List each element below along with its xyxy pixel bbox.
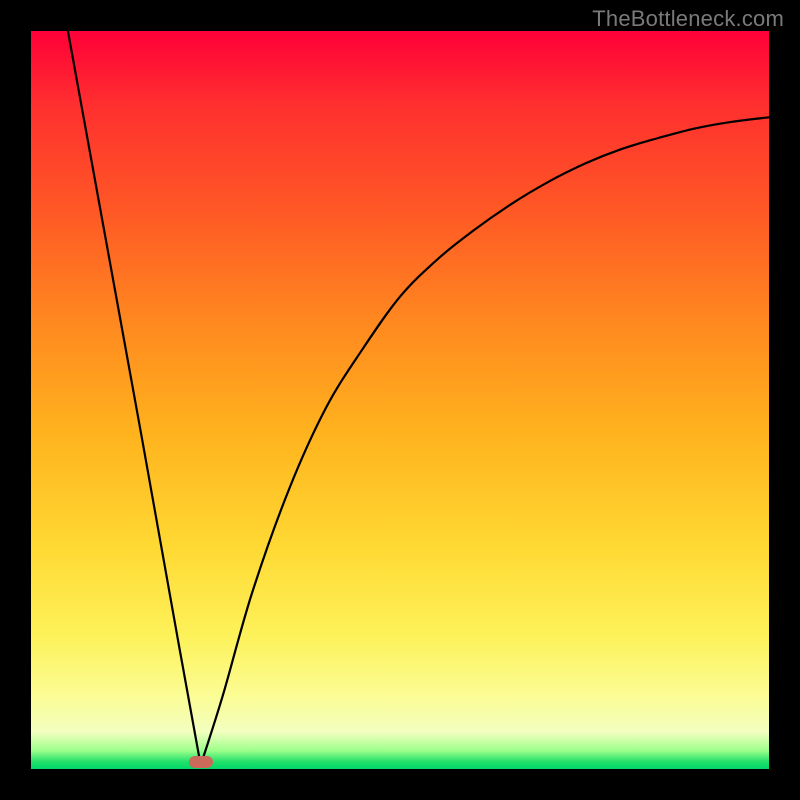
minimum-marker [189, 756, 213, 768]
plot-area [31, 31, 769, 769]
chart-frame: TheBottleneck.com [0, 0, 800, 800]
bottleneck-curve [31, 31, 769, 769]
watermark-text: TheBottleneck.com [592, 6, 784, 32]
